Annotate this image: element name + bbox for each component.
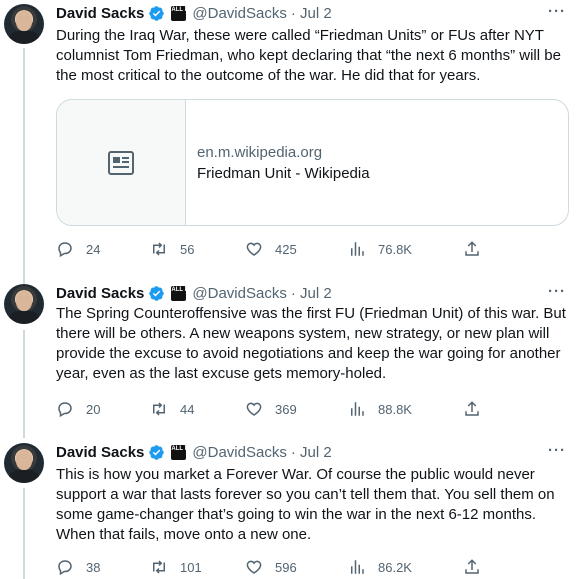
- tweet-text: The Spring Counteroffensive was the firs…: [56, 305, 566, 382]
- tweet-actions: 20 44 369 88.8K: [56, 400, 526, 420]
- like-button[interactable]: 596: [245, 558, 297, 576]
- reply-icon: [58, 560, 72, 576]
- views-bar-chart-icon: [351, 242, 364, 256]
- affiliate-badge-icon[interactable]: ALL IN: [171, 5, 191, 21]
- tweet-date[interactable]: · Jul 2: [291, 5, 332, 22]
- like-count: 596: [275, 559, 297, 575]
- reply-count: 38: [86, 559, 101, 575]
- verified-badge-icon: [149, 5, 165, 21]
- views-button[interactable]: 86.2K: [348, 558, 412, 576]
- heart-icon: [246, 242, 262, 256]
- more-options-icon[interactable]: ···: [548, 3, 566, 20]
- tweet[interactable]: David Sacks ALL IN @DavidSacks · Jul 2 ·…: [0, 441, 576, 579]
- avatar[interactable]: [4, 4, 44, 44]
- heart-icon: [246, 402, 262, 416]
- card-domain: en.m.wikipedia.org: [197, 144, 323, 161]
- like-count: 425: [275, 241, 297, 257]
- reply-icon: [58, 242, 72, 258]
- reply-button[interactable]: 38: [56, 558, 100, 576]
- retweet-button[interactable]: 56: [150, 240, 194, 258]
- tweet-actions: 38 101 596 86.2K: [56, 558, 526, 578]
- like-count: 369: [275, 401, 297, 417]
- card-title: Friedman Unit - Wikipedia: [197, 165, 370, 182]
- retweet-icon: [153, 560, 165, 574]
- avatar[interactable]: [4, 284, 44, 324]
- more-options-icon[interactable]: ···: [548, 442, 566, 459]
- affiliate-badge-icon[interactable]: ALL IN: [171, 285, 191, 301]
- author-name[interactable]: David Sacks: [56, 5, 144, 22]
- view-count: 88.8K: [378, 401, 412, 417]
- views-button[interactable]: 88.8K: [348, 400, 412, 418]
- heart-icon: [246, 560, 262, 574]
- tweet-text: During the Iraq War, these were called “…: [56, 27, 561, 84]
- reply-button[interactable]: 20: [56, 400, 100, 418]
- views-bar-chart-icon: [351, 560, 364, 574]
- tweet[interactable]: David Sacks ALL IN @DavidSacks · Jul 2 ·…: [0, 282, 576, 432]
- view-count: 86.2K: [378, 559, 412, 575]
- reply-icon: [58, 402, 72, 418]
- share-icon: [465, 401, 479, 416]
- card-thumbnail: [57, 100, 186, 225]
- like-button[interactable]: 369: [245, 400, 297, 418]
- reply-button[interactable]: 24: [56, 240, 100, 258]
- views-bar-chart-icon: [351, 402, 364, 416]
- author-name[interactable]: David Sacks: [56, 285, 144, 302]
- author-name[interactable]: David Sacks: [56, 444, 144, 461]
- share-button[interactable]: [463, 558, 493, 576]
- like-button[interactable]: 425: [245, 240, 297, 258]
- retweet-icon: [153, 402, 165, 416]
- reply-count: 24: [86, 241, 101, 257]
- retweet-button[interactable]: 44: [150, 400, 194, 418]
- affiliate-badge-icon[interactable]: ALL IN: [171, 444, 191, 460]
- verified-badge-icon: [149, 444, 165, 460]
- tweet-date[interactable]: · Jul 2: [291, 285, 332, 302]
- retweet-button[interactable]: 101: [150, 558, 202, 576]
- reply-count: 20: [86, 401, 101, 417]
- share-icon: [465, 559, 479, 574]
- share-button[interactable]: [463, 400, 493, 418]
- article-icon: [108, 151, 134, 175]
- retweet-icon: [153, 242, 165, 256]
- tweet-text: This is how you market a Forever War. Of…: [56, 466, 555, 543]
- retweet-count: 44: [180, 401, 195, 417]
- views-button[interactable]: 76.8K: [348, 240, 412, 258]
- more-options-icon[interactable]: ···: [548, 283, 566, 300]
- author-handle[interactable]: @DavidSacks: [192, 5, 286, 22]
- avatar[interactable]: [4, 443, 44, 483]
- retweet-count: 56: [180, 241, 195, 257]
- tweet-date[interactable]: · Jul 2: [291, 444, 332, 461]
- author-handle[interactable]: @DavidSacks: [192, 444, 286, 461]
- tweet-actions: 24 56 425 76.8K: [56, 240, 526, 260]
- tweet[interactable]: David Sacks ALL IN @DavidSacks · Jul 2 ·…: [0, 0, 576, 270]
- verified-badge-icon: [149, 285, 165, 301]
- link-card[interactable]: en.m.wikipedia.org Friedman Unit - Wikip…: [56, 99, 569, 226]
- author-handle[interactable]: @DavidSacks: [192, 285, 286, 302]
- view-count: 76.8K: [378, 241, 412, 257]
- share-button[interactable]: [463, 240, 493, 258]
- retweet-count: 101: [180, 559, 202, 575]
- share-icon: [465, 241, 479, 256]
